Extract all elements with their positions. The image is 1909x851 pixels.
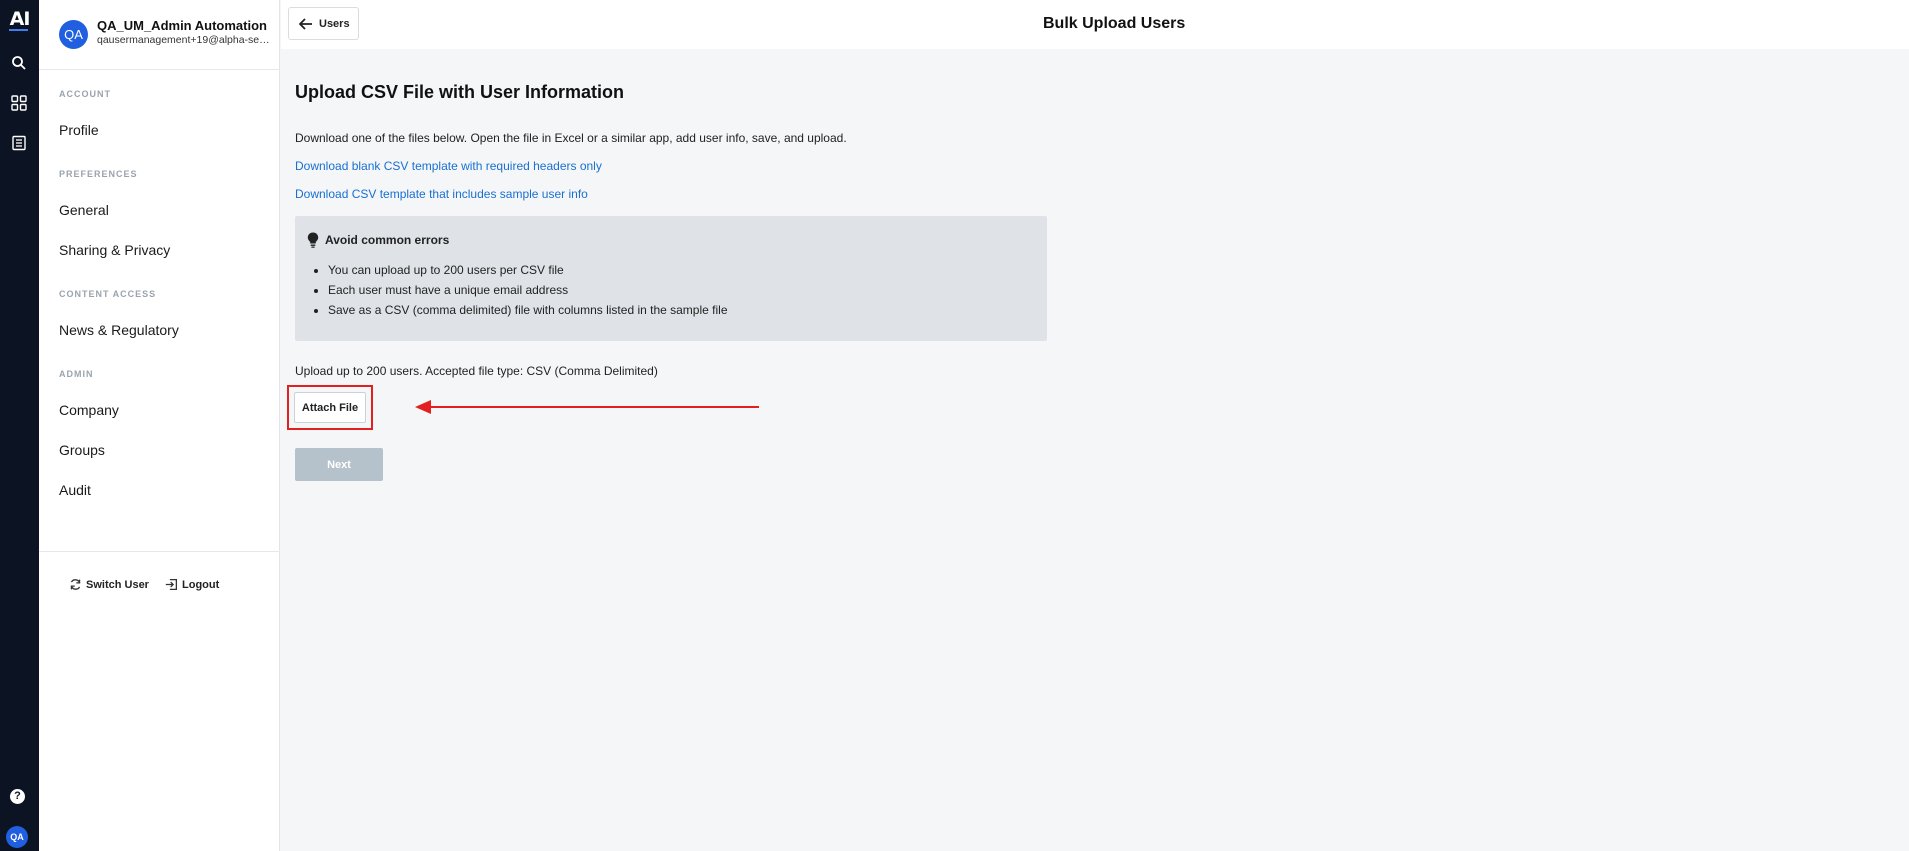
sidebar-item-news-regulatory[interactable]: News & Regulatory bbox=[59, 322, 179, 338]
user-name: QA_UM_Admin Automation bbox=[97, 18, 267, 33]
page-header: Users Bulk Upload Users bbox=[281, 0, 1909, 49]
app-logo[interactable]: AI bbox=[0, 8, 39, 30]
accepted-file-type-text: Upload up to 200 users. Accepted file ty… bbox=[295, 364, 658, 378]
grid-icon[interactable] bbox=[8, 92, 30, 114]
tips-panel: Avoid common errors You can upload up to… bbox=[295, 216, 1047, 341]
section-label-account: ACCOUNT bbox=[59, 89, 111, 99]
logo-underline bbox=[9, 29, 28, 31]
user-email: qausermanagement+19@alpha-sense.com bbox=[97, 34, 275, 46]
sidebar: QA QA_UM_Admin Automation qausermanageme… bbox=[39, 0, 280, 851]
back-to-users-button[interactable]: Users bbox=[288, 7, 359, 40]
switch-user-button[interactable]: Switch User bbox=[69, 578, 149, 591]
logout-button[interactable]: Logout bbox=[165, 578, 219, 591]
sidebar-item-sharing-privacy[interactable]: Sharing & Privacy bbox=[59, 242, 170, 258]
instructions-text: Download one of the files below. Open th… bbox=[295, 131, 847, 145]
list-item: You can upload up to 200 users per CSV f… bbox=[328, 263, 728, 277]
section-title: Upload CSV File with User Information bbox=[295, 82, 625, 102]
back-label: Users bbox=[319, 17, 350, 30]
sidebar-item-groups[interactable]: Groups bbox=[59, 442, 105, 458]
download-blank-template-link[interactable]: Download blank CSV template with require… bbox=[295, 159, 602, 173]
left-rail: AI ? QA bbox=[0, 0, 39, 851]
tips-heading: Avoid common errors bbox=[307, 232, 449, 248]
rail-avatar[interactable]: QA bbox=[6, 826, 28, 848]
section-label-admin: ADMIN bbox=[59, 369, 94, 379]
download-sample-template-link[interactable]: Download CSV template that includes samp… bbox=[295, 187, 588, 201]
attach-file-button[interactable]: Attach File bbox=[294, 392, 366, 423]
page-title: Bulk Upload Users bbox=[1043, 15, 1186, 32]
refresh-icon bbox=[70, 579, 81, 590]
section-label-preferences: PREFERENCES bbox=[59, 169, 138, 179]
user-profile-header: QA QA_UM_Admin Automation qausermanageme… bbox=[39, 0, 280, 70]
help-icon[interactable]: ? bbox=[10, 789, 25, 804]
avatar: QA bbox=[59, 20, 88, 49]
tips-list: You can upload up to 200 users per CSV f… bbox=[328, 263, 728, 323]
annotation-arrow-icon bbox=[415, 400, 759, 414]
sidebar-item-general[interactable]: General bbox=[59, 202, 109, 218]
arrow-left-icon bbox=[299, 17, 312, 30]
sidebar-divider bbox=[39, 551, 280, 552]
search-icon[interactable] bbox=[8, 52, 30, 74]
list-item: Each user must have a unique email addre… bbox=[328, 283, 728, 297]
sidebar-item-company[interactable]: Company bbox=[59, 402, 119, 418]
sidebar-item-audit[interactable]: Audit bbox=[59, 482, 91, 498]
sidebar-item-profile[interactable]: Profile bbox=[59, 122, 99, 138]
list-item: Save as a CSV (comma delimited) file wit… bbox=[328, 303, 728, 317]
logout-icon bbox=[165, 578, 178, 591]
document-list-icon[interactable] bbox=[8, 132, 30, 154]
lightbulb-icon bbox=[307, 232, 319, 248]
section-label-content-access: CONTENT ACCESS bbox=[59, 289, 157, 299]
next-button[interactable]: Next bbox=[295, 448, 383, 481]
tips-heading-label: Avoid common errors bbox=[325, 233, 450, 247]
switch-user-label: Switch User bbox=[86, 578, 149, 591]
logout-label: Logout bbox=[182, 578, 220, 591]
